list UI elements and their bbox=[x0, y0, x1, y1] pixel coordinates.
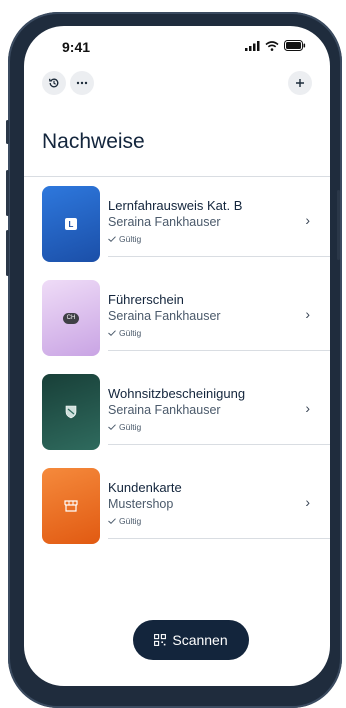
battery-icon bbox=[284, 40, 306, 51]
more-button[interactable] bbox=[70, 71, 94, 95]
wifi-icon bbox=[265, 40, 279, 51]
credential-card[interactable]: L Lernfahrausweis Kat. B Seraina Fankhau… bbox=[24, 176, 330, 268]
badge-text: L bbox=[68, 219, 74, 229]
card-divider bbox=[108, 444, 330, 445]
status-label: Gültig bbox=[119, 328, 142, 338]
credential-card[interactable]: Kundenkarte Mustershop Gültig › bbox=[24, 458, 330, 550]
badge-text: CH bbox=[66, 315, 76, 321]
card-status: Gültig bbox=[108, 422, 141, 432]
check-icon bbox=[108, 518, 116, 524]
page-title: Nachweise bbox=[42, 130, 145, 153]
card-subtitle: Seraina Fankhauser bbox=[108, 403, 221, 417]
store-icon bbox=[64, 500, 78, 512]
qr-code-icon bbox=[154, 634, 167, 646]
side-button bbox=[337, 190, 340, 260]
add-button[interactable] bbox=[288, 71, 312, 95]
app-screen: 9:41 Nachweise L Lernfahrausweis Kat. B … bbox=[24, 26, 330, 686]
card-status: Gültig bbox=[108, 516, 141, 526]
card-title: Kundenkarte bbox=[108, 480, 182, 495]
card-title: Führerschein bbox=[108, 292, 184, 307]
history-button[interactable] bbox=[42, 71, 66, 95]
chevron-right-icon: › bbox=[305, 306, 310, 322]
more-icon bbox=[76, 81, 88, 85]
card-thumbnail bbox=[42, 374, 100, 450]
card-thumbnail bbox=[42, 468, 100, 544]
status-label: Gültig bbox=[119, 422, 142, 432]
card-status: Gültig bbox=[108, 328, 141, 338]
side-button bbox=[6, 120, 9, 144]
credential-card[interactable]: Wohnsitzbescheinigung Seraina Fankhauser… bbox=[24, 364, 330, 456]
status-bar: 9:41 bbox=[24, 26, 330, 66]
side-button bbox=[6, 230, 9, 276]
card-divider bbox=[108, 350, 330, 351]
card-subtitle: Seraina Fankhauser bbox=[108, 215, 221, 229]
status-label: Gültig bbox=[119, 234, 142, 244]
card-title: Lernfahrausweis Kat. B bbox=[108, 198, 243, 213]
side-button bbox=[6, 170, 9, 216]
status-icons bbox=[245, 40, 306, 51]
card-thumbnail: L bbox=[42, 186, 100, 262]
scan-button[interactable]: Scannen bbox=[133, 620, 249, 660]
card-divider bbox=[108, 538, 330, 539]
ch-badge: CH bbox=[63, 312, 79, 324]
card-thumbnail: CH bbox=[42, 280, 100, 356]
check-icon bbox=[108, 424, 116, 430]
chevron-right-icon: › bbox=[305, 212, 310, 228]
check-icon bbox=[108, 236, 116, 242]
card-subtitle: Mustershop bbox=[108, 497, 174, 511]
credential-card[interactable]: CH Führerschein Seraina Fankhauser Gülti… bbox=[24, 270, 330, 362]
signal-icon bbox=[245, 40, 260, 51]
chevron-right-icon: › bbox=[305, 494, 310, 510]
plus-icon bbox=[296, 79, 304, 87]
status-time: 9:41 bbox=[62, 39, 91, 55]
check-icon bbox=[108, 330, 116, 336]
card-status: Gültig bbox=[108, 234, 141, 244]
history-icon bbox=[48, 78, 59, 88]
scan-label: Scannen bbox=[172, 632, 228, 648]
card-subtitle: Seraina Fankhauser bbox=[108, 309, 221, 323]
coat-of-arms-icon bbox=[65, 405, 77, 419]
status-label: Gültig bbox=[119, 516, 142, 526]
card-divider bbox=[108, 256, 330, 257]
chevron-right-icon: › bbox=[305, 400, 310, 416]
card-title: Wohnsitzbescheinigung bbox=[108, 386, 246, 401]
learner-badge: L bbox=[65, 218, 77, 230]
